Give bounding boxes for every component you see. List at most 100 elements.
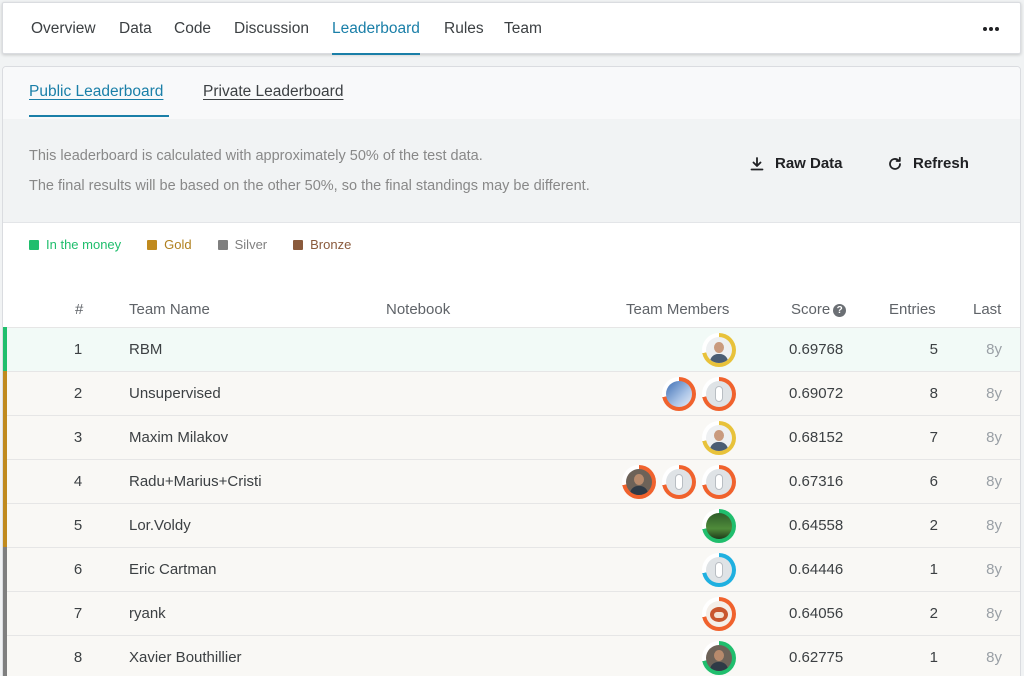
rank-cell: 7 — [73, 605, 83, 622]
avatar[interactable] — [702, 377, 736, 411]
score-cell: 0.64056 — [789, 605, 844, 622]
tab-code[interactable]: Code — [174, 3, 211, 55]
header-entries[interactable]: Entries — [889, 301, 936, 318]
table-row[interactable]: 3 Maxim Milakov 0.68152 7 8y — [3, 415, 1020, 459]
entries-cell: 5 — [929, 341, 938, 358]
last-submission-cell: 8y — [986, 385, 1002, 402]
avatar[interactable] — [702, 553, 736, 587]
team-members-cell — [702, 421, 736, 455]
team-members-cell — [702, 641, 736, 675]
team-name-cell[interactable]: Eric Cartman — [129, 561, 217, 578]
header-score-label: Score — [791, 301, 831, 318]
legend-label: Bronze — [310, 237, 352, 252]
medal-bar — [3, 415, 7, 459]
rank-cell: 5 — [73, 517, 83, 534]
table-row[interactable]: 8 Xavier Bouthillier 0.62775 1 8y — [3, 635, 1020, 676]
table-row[interactable]: 1 RBM 0.69768 5 8y — [3, 327, 1020, 371]
team-name-cell[interactable]: Xavier Bouthillier — [129, 649, 242, 666]
header-team-name[interactable]: Team Name — [129, 301, 210, 318]
legend-gold: Gold — [147, 237, 192, 252]
avatar[interactable] — [702, 333, 736, 367]
avatar-image — [706, 381, 732, 407]
legend-swatch — [217, 239, 228, 250]
entries-cell: 2 — [929, 517, 938, 534]
avatar[interactable] — [662, 377, 696, 411]
medal-bar — [3, 459, 7, 503]
leaderboard-subtabs: Public Leaderboard Private Leaderboard — [3, 67, 1020, 119]
team-name-cell[interactable]: Lor.Voldy — [129, 517, 191, 534]
legend-swatch — [29, 239, 39, 250]
header-team-members: Team Members — [626, 301, 730, 318]
refresh-button[interactable]: Refresh — [887, 155, 969, 172]
entries-cell: 7 — [929, 429, 938, 446]
leaderboard-rows: 1 RBM 0.69768 5 8y 2 Unsupervised 0.69072 8 8y 3 Ma… — [3, 327, 1020, 676]
team-name-cell[interactable]: ryank — [129, 605, 166, 622]
download-icon — [750, 156, 764, 170]
legend-swatch — [293, 239, 304, 250]
entries-cell: 1 — [929, 561, 938, 578]
avatar[interactable] — [702, 597, 736, 631]
rank-cell: 8 — [73, 649, 83, 666]
avatar[interactable] — [702, 465, 736, 499]
tab-public-leaderboard[interactable]: Public Leaderboard — [29, 83, 163, 101]
raw-data-label: Raw Data — [775, 155, 843, 172]
team-members-cell — [702, 597, 736, 631]
table-row[interactable]: 4 Radu+Marius+Cristi 0.67316 6 8y — [3, 459, 1020, 503]
refresh-label: Refresh — [913, 155, 969, 172]
tab-overview[interactable]: Overview — [31, 3, 96, 55]
more-horizontal-icon[interactable] — [980, 20, 1002, 38]
avatar[interactable] — [702, 641, 736, 675]
tab-private-leaderboard[interactable]: Private Leaderboard — [203, 83, 343, 101]
entries-cell: 2 — [929, 605, 938, 622]
rank-cell: 2 — [73, 385, 83, 402]
medal-bar — [3, 371, 7, 415]
last-submission-cell: 8y — [986, 429, 1002, 446]
raw-data-button[interactable]: Raw Data — [749, 155, 843, 172]
tab-leaderboard[interactable]: Leaderboard — [332, 3, 420, 55]
avatar[interactable] — [622, 465, 656, 499]
avatar-image — [706, 645, 732, 671]
avatar[interactable] — [662, 465, 696, 499]
last-submission-cell: 8y — [986, 561, 1002, 578]
tab-team[interactable]: Team — [504, 3, 542, 55]
tab-rules[interactable]: Rules — [444, 3, 484, 55]
score-cell: 0.62775 — [789, 649, 844, 666]
medal-bar — [3, 547, 7, 591]
team-name-cell[interactable]: Radu+Marius+Cristi — [129, 473, 262, 490]
header-score[interactable]: Score? — [791, 301, 847, 318]
help-icon[interactable]: ? — [833, 304, 847, 317]
tab-discussion[interactable]: Discussion — [234, 3, 309, 55]
team-name-cell[interactable]: Maxim Milakov — [129, 429, 228, 446]
last-submission-cell: 8y — [986, 605, 1002, 622]
table-row[interactable]: 5 Lor.Voldy 0.64558 2 8y — [3, 503, 1020, 547]
score-cell: 0.69768 — [789, 341, 844, 358]
competition-nav: Overview Data Code Discussion Leaderboar… — [2, 2, 1021, 55]
rank-cell: 3 — [73, 429, 83, 446]
last-submission-cell: 8y — [986, 473, 1002, 490]
table-row[interactable]: 6 Eric Cartman 0.64446 1 8y — [3, 547, 1020, 591]
medal-bar — [3, 635, 7, 676]
table-row[interactable]: 2 Unsupervised 0.69072 8 8y — [3, 371, 1020, 415]
legend-in-the-money: In the money — [29, 237, 121, 252]
header-last[interactable]: Last — [973, 301, 1001, 318]
score-cell: 0.68152 — [789, 429, 844, 446]
refresh-icon — [889, 156, 901, 170]
legend-swatch — [147, 239, 158, 250]
team-members-cell — [702, 333, 736, 367]
team-name-cell[interactable]: Unsupervised — [129, 385, 221, 402]
avatar[interactable] — [702, 509, 736, 543]
team-name-cell[interactable]: RBM — [129, 341, 162, 358]
header-rank[interactable]: # — [75, 301, 83, 318]
last-submission-cell: 8y — [986, 517, 1002, 534]
avatar-image — [706, 601, 732, 627]
team-members-cell — [702, 509, 736, 543]
team-members-cell — [622, 465, 736, 499]
table-row[interactable]: 7 ryank 0.64056 2 8y — [3, 591, 1020, 635]
tab-data[interactable]: Data — [119, 3, 152, 55]
header-notebook: Notebook — [386, 301, 451, 318]
avatar-image — [626, 469, 652, 495]
medal-bar — [3, 327, 7, 371]
legend-silver: Silver — [217, 237, 267, 252]
avatar[interactable] — [702, 421, 736, 455]
avatar-image — [706, 425, 732, 451]
